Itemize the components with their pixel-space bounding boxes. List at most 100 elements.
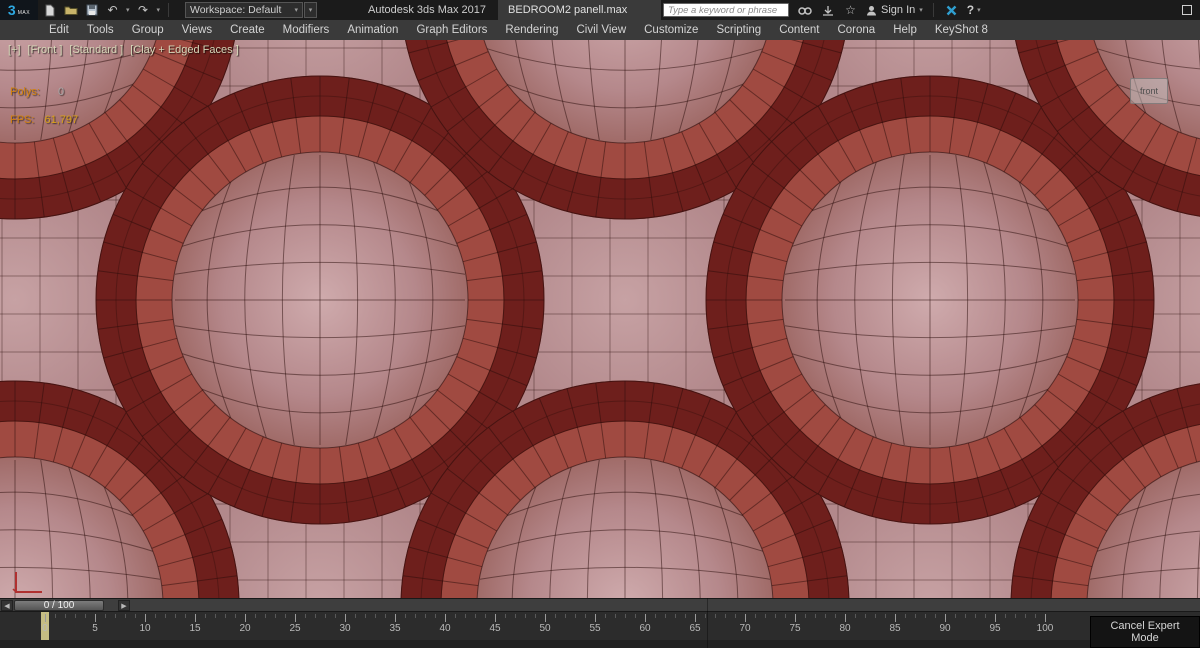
user-icon xyxy=(867,5,876,15)
undo-icon[interactable]: ↶ xyxy=(105,3,120,18)
time-slider-handle[interactable]: 0 / 100 xyxy=(14,600,104,611)
ruler-tick xyxy=(1015,614,1016,618)
menu-modifiers[interactable]: Modifiers xyxy=(274,20,339,40)
ruler-tick-label: 90 xyxy=(939,623,951,634)
3dsmax-window: 3 MAX ↶ ▾ ↷ ▾ Workspace: Default ▾ ▾ Aut… xyxy=(0,0,1200,648)
menu-help[interactable]: Help xyxy=(884,20,926,40)
ruler-tick xyxy=(645,614,646,622)
menu-tools[interactable]: Tools xyxy=(78,20,123,40)
window-menu-icon[interactable] xyxy=(1182,5,1192,15)
app-logo[interactable]: 3 MAX xyxy=(0,0,38,20)
ruler-tick xyxy=(985,614,986,618)
ruler-tick xyxy=(785,614,786,618)
cancel-expert-mode-button[interactable]: Cancel Expert Mode xyxy=(1090,616,1200,648)
subscription-icon[interactable] xyxy=(820,3,835,18)
ruler-tick xyxy=(535,614,536,618)
ruler-tick xyxy=(165,614,166,618)
workspace-menu-button[interactable]: ▾ xyxy=(304,2,317,18)
ruler-tick xyxy=(975,614,976,618)
search-input[interactable] xyxy=(663,3,789,17)
ruler-tick xyxy=(675,614,676,618)
help-icon: ? xyxy=(966,3,975,17)
ruler-tick xyxy=(805,614,806,618)
app-logo-number: 3 xyxy=(7,2,16,18)
viewport-shading-menu[interactable]: [Clay + Edged Faces ] xyxy=(130,44,239,56)
viewport-general-menu[interactable]: [+] xyxy=(8,44,21,56)
ruler-tick xyxy=(465,614,466,618)
redo-icon[interactable]: ↷ xyxy=(136,3,151,18)
ruler-tick xyxy=(695,614,696,622)
next-frame-button[interactable]: ▶ xyxy=(118,600,130,611)
menu-customize[interactable]: Customize xyxy=(635,20,707,40)
menu-animation[interactable]: Animation xyxy=(338,20,407,40)
new-file-icon[interactable] xyxy=(42,3,57,18)
timeline-ruler[interactable]: 0 5 10 15 20 25 30 35 40 45 50 55 60 65 70 75 80 85 90 95 10… xyxy=(0,612,1200,640)
viewport-pov-menu[interactable]: [Front ] xyxy=(28,44,63,56)
ruler-tick xyxy=(475,614,476,618)
menu-edit[interactable]: Edit xyxy=(40,20,78,40)
ruler-tick xyxy=(385,614,386,618)
ruler-tick xyxy=(105,614,106,618)
menu-rendering[interactable]: Rendering xyxy=(496,20,567,40)
menu-group[interactable]: Group xyxy=(123,20,173,40)
ruler-tick-label: 100 xyxy=(1036,623,1054,634)
ruler-tick xyxy=(555,614,556,618)
ruler-tick xyxy=(345,614,346,622)
ruler-tick xyxy=(1025,614,1026,618)
ruler-tick xyxy=(995,614,996,622)
ruler-tick xyxy=(415,614,416,618)
viewport[interactable]: [+] [Front ] [Standard ] [Clay + Edged Face… xyxy=(0,40,1200,598)
menu-create[interactable]: Create xyxy=(221,20,274,40)
menu-scripting[interactable]: Scripting xyxy=(707,20,770,40)
menu-content[interactable]: Content xyxy=(770,20,828,40)
menu-keyshot-8[interactable]: KeyShot 8 xyxy=(926,20,997,40)
ruler-tick xyxy=(245,614,246,622)
polys-value: 0 xyxy=(57,86,65,98)
ruler-tick-label: 25 xyxy=(289,623,301,634)
search-binoculars-icon[interactable] xyxy=(797,3,812,18)
help-menu[interactable]: ? ▾ xyxy=(967,3,981,17)
ruler-tick xyxy=(605,614,606,618)
ruler-tick xyxy=(155,614,156,618)
workspace-menu-caret-icon: ▾ xyxy=(308,6,313,14)
sign-in-button[interactable]: Sign In ▾ xyxy=(866,4,923,16)
ruler-tick xyxy=(615,614,616,618)
ruler-tick xyxy=(375,614,376,618)
open-file-icon[interactable] xyxy=(63,3,78,18)
menu-civil-view[interactable]: Civil View xyxy=(567,20,635,40)
ruler-tick xyxy=(685,614,686,618)
menu-corona[interactable]: Corona xyxy=(828,20,884,40)
time-slider-track[interactable]: ◀ 0 / 100 ▶ xyxy=(0,598,1200,612)
previous-frame-button[interactable]: ◀ xyxy=(1,600,13,611)
ruler-tick xyxy=(665,614,666,618)
favorites-star-icon[interactable]: ☆ xyxy=(843,3,858,18)
ruler-tick xyxy=(295,614,296,622)
redo-dropdown-icon[interactable]: ▾ xyxy=(157,7,161,14)
viewport-standard-menu[interactable]: [Standard ] xyxy=(69,44,123,56)
ruler-tick xyxy=(915,614,916,618)
communication-center-icon[interactable] xyxy=(944,3,959,18)
document-title: BEDROOM2 panell.max xyxy=(508,4,628,16)
ruler-tick xyxy=(845,614,846,622)
ruler-tick-label: 0 xyxy=(42,623,48,634)
ruler-tick xyxy=(755,614,756,618)
polys-label: Polys: xyxy=(10,86,40,98)
ruler-tick xyxy=(395,614,396,622)
ruler-tick-label: 70 xyxy=(739,623,751,634)
undo-dropdown-icon[interactable]: ▾ xyxy=(126,7,130,14)
ruler-tick xyxy=(905,614,906,618)
menu-views[interactable]: Views xyxy=(173,20,221,40)
window-title: Autodesk 3ds Max 2017 BEDROOM2 panell.ma… xyxy=(368,0,662,20)
viewport-mesh[interactable] xyxy=(0,40,1200,598)
ruler-tick xyxy=(365,614,366,618)
save-icon[interactable] xyxy=(84,3,99,18)
workspace-dropdown[interactable]: Workspace: Default ▾ xyxy=(185,2,303,18)
menu-graph-editors[interactable]: Graph Editors xyxy=(407,20,496,40)
ruler-tick xyxy=(75,614,76,618)
ruler-tick xyxy=(585,614,586,618)
ruler-tick xyxy=(545,614,546,622)
ruler-tick-label: 45 xyxy=(489,623,501,634)
app-logo-sub: MAX xyxy=(17,10,31,16)
viewcube[interactable]: front xyxy=(1130,78,1168,104)
fps-stat: FPS: 61,797 xyxy=(10,114,78,126)
